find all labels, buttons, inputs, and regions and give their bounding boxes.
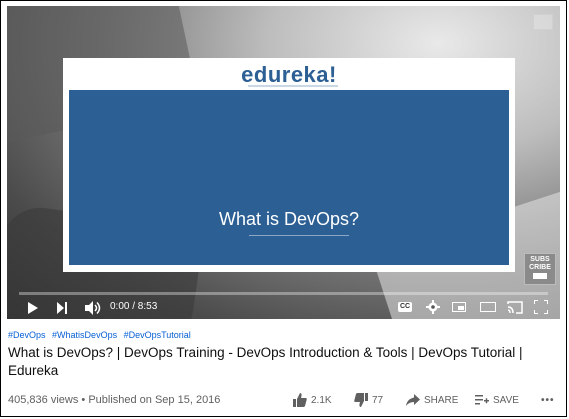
hashtag-link[interactable]: #DevOpsTutorial [124, 330, 191, 340]
like-count: 2.1K [311, 394, 332, 406]
playlist-add-icon [475, 395, 489, 405]
volume-icon[interactable] [85, 301, 101, 315]
video-info: #DevOps #WhatisDevOps #DevOpsTutorial Wh… [8, 330, 560, 380]
thumbs-up-icon [293, 393, 307, 407]
play-icon[interactable] [28, 302, 38, 314]
view-count: 405,836 views [8, 394, 79, 406]
time-display: 0:00 / 8:53 [110, 301, 158, 312]
thumbnail-title: What is DevOps? [218, 209, 360, 229]
dislike-button[interactable]: 77 [354, 392, 383, 408]
captions-icon[interactable]: CC [398, 302, 412, 312]
more-icon: ••• [541, 394, 555, 406]
thumbnail-panel: What is DevOps? [69, 90, 509, 265]
info-card-icon[interactable] [533, 14, 553, 30]
share-arrow-icon [406, 394, 420, 406]
separator-dot: • [81, 394, 86, 406]
hashtag-link[interactable]: #WhatisDevOps [52, 330, 117, 340]
next-icon[interactable] [57, 302, 67, 314]
thumbnail-card: edureka! What is DevOps? [63, 58, 515, 272]
thumbnail-title-line [249, 235, 349, 236]
cast-icon[interactable] [507, 301, 523, 314]
share-label: SHARE [424, 394, 459, 406]
save-button[interactable]: SAVE [475, 392, 519, 408]
like-button[interactable]: 2.1K [293, 392, 332, 408]
subscribe-label: SUBS CRIBE [529, 256, 551, 271]
subscribe-watermark[interactable]: SUBS CRIBE [524, 253, 556, 285]
thumbs-down-icon [354, 393, 368, 407]
hashtag-list: #DevOps #WhatisDevOps #DevOpsTutorial [8, 330, 560, 340]
settings-gear-icon[interactable] [426, 300, 440, 314]
progress-bar[interactable] [19, 292, 548, 295]
more-actions-button[interactable]: ••• [541, 392, 555, 408]
publish-date: Published on Sep 15, 2016 [88, 394, 221, 406]
save-label: SAVE [493, 394, 519, 406]
dislike-count: 77 [372, 394, 384, 406]
play-badge-icon [533, 273, 547, 279]
video-title: What is DevOps? | DevOps Training - DevO… [8, 345, 523, 378]
hashtag-link[interactable]: #DevOps [8, 330, 46, 340]
theater-mode-icon[interactable] [480, 302, 496, 312]
player-controls: 0:00 / 8:53 CC [7, 297, 560, 319]
brand-underline [248, 85, 338, 87]
video-stats: 405,836 views • Published on Sep 15, 201… [8, 394, 220, 406]
fullscreen-icon[interactable] [534, 300, 548, 314]
video-player[interactable]: edureka! What is DevOps? SUBS CRIBE 0:00… [7, 6, 560, 319]
miniplayer-icon[interactable] [452, 302, 466, 312]
share-button[interactable]: SHARE [406, 392, 458, 408]
